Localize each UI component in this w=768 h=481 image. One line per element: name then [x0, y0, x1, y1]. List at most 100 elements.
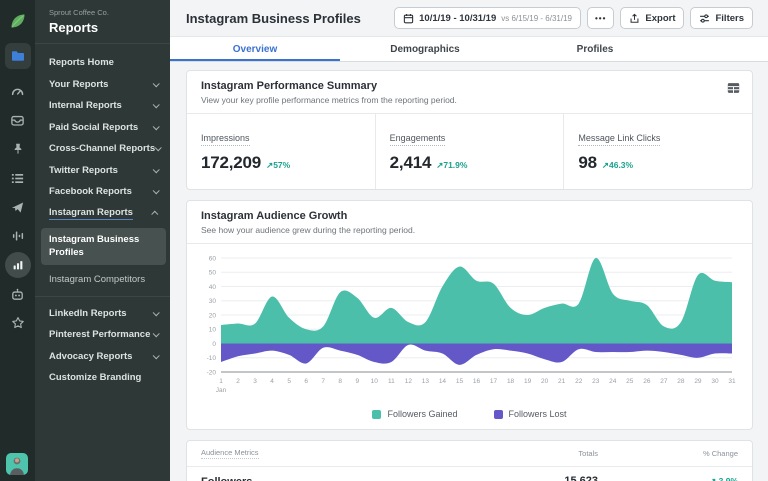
table-header-row: Audience Metrics Totals % Change: [187, 441, 752, 467]
sidebar-item-facebook-reports[interactable]: Facebook Reports: [35, 181, 170, 203]
page-title: Instagram Business Profiles: [186, 11, 361, 26]
svg-text:-20: -20: [207, 369, 217, 376]
metric-message-link-clicks: Message Link Clicks 98 ↗46.3%: [564, 114, 752, 189]
svg-text:10: 10: [371, 378, 379, 385]
metric-value: 98: [578, 153, 597, 173]
legend-followers-gained[interactable]: Followers Gained: [372, 409, 457, 419]
user-avatar[interactable]: [6, 453, 28, 475]
sidebar-item-linkedin-reports[interactable]: LinkedIn Reports: [35, 303, 170, 325]
audio-levels-icon[interactable]: [5, 223, 31, 249]
tab-demographics[interactable]: Demographics: [340, 37, 510, 61]
compare-range-value: vs 6/15/19 - 6/31/19: [501, 14, 572, 23]
chevron-down-icon: [153, 188, 160, 195]
growth-title: Instagram Audience Growth: [201, 210, 738, 222]
audience-growth-chart[interactable]: 6050403020100-10-20123456789101112131415…: [201, 252, 738, 396]
inbox-icon[interactable]: [5, 107, 31, 133]
metric-change: ↗46.3%: [602, 160, 633, 171]
col-audience-metrics[interactable]: Audience Metrics: [201, 448, 259, 459]
chevron-down-icon: [153, 331, 160, 338]
export-button[interactable]: Export: [620, 7, 684, 29]
chevron-down-icon: [155, 145, 162, 152]
svg-text:25: 25: [626, 378, 634, 385]
sidebar-item-internal-reports[interactable]: Internal Reports: [35, 95, 170, 117]
org-name: Sprout Coffee Co.: [49, 8, 158, 17]
svg-text:26: 26: [643, 378, 651, 385]
report-tabs: Overview Demographics Profiles: [170, 36, 768, 62]
export-icon: [629, 13, 640, 24]
pin-icon[interactable]: [5, 136, 31, 162]
more-options-button[interactable]: •••: [587, 7, 614, 29]
metric-label[interactable]: Engagements: [390, 133, 446, 146]
sidebar-item-pinterest-performance[interactable]: Pinterest Performance: [35, 324, 170, 346]
chevron-down-icon: [153, 309, 160, 316]
sidebar-item-instagram-business-profiles[interactable]: Instagram Business Profiles: [41, 228, 166, 265]
tab-profiles[interactable]: Profiles: [510, 37, 680, 61]
audience-metrics-card: Audience Metrics Totals % Change Followe…: [186, 440, 753, 481]
sidebar-title: Reports: [49, 20, 158, 35]
folder-icon[interactable]: [5, 43, 31, 69]
sidebar-item-instagram-competitors[interactable]: Instagram Competitors: [35, 269, 170, 291]
svg-text:21: 21: [558, 378, 566, 385]
filters-icon: [699, 13, 710, 24]
svg-text:50: 50: [209, 270, 217, 277]
lost-swatch-icon: [494, 410, 503, 419]
svg-text:Jan: Jan: [216, 387, 227, 394]
svg-text:0: 0: [212, 341, 216, 348]
svg-text:3: 3: [253, 378, 257, 385]
svg-text:23: 23: [592, 378, 600, 385]
ellipsis-icon: •••: [595, 14, 606, 23]
svg-text:19: 19: [524, 378, 532, 385]
metric-label[interactable]: Impressions: [201, 133, 250, 146]
report-body: Instagram Performance Summary View your …: [170, 62, 768, 481]
star-badge-icon[interactable]: [5, 310, 31, 336]
metric-value: 2,414: [390, 153, 432, 173]
metric-value: 172,209: [201, 153, 261, 173]
paper-plane-icon[interactable]: [5, 194, 31, 220]
svg-text:24: 24: [609, 378, 617, 385]
sidebar-item-cross-channel-reports[interactable]: Cross-Channel Reports: [35, 138, 170, 160]
sidebar-item-customize-branding[interactable]: Customize Branding: [35, 367, 170, 389]
chevron-up-icon: [151, 210, 158, 217]
svg-text:30: 30: [209, 298, 217, 305]
sidebar-item-paid-social-reports[interactable]: Paid Social Reports: [35, 117, 170, 139]
svg-text:14: 14: [439, 378, 447, 385]
legend-followers-lost[interactable]: Followers Lost: [494, 409, 567, 419]
chevron-down-icon: [153, 352, 160, 359]
svg-text:13: 13: [422, 378, 430, 385]
bar-chart-icon[interactable]: [5, 252, 31, 278]
metric-engagements: Engagements 2,414 ↗71.9%: [376, 114, 565, 189]
row-total: 15,623: [468, 475, 598, 481]
sidebar-divider: [35, 296, 170, 297]
sidebar-item-reports-home[interactable]: Reports Home: [35, 52, 170, 74]
date-range-value: 10/1/19 - 10/31/19: [419, 13, 496, 24]
filters-button[interactable]: Filters: [690, 7, 753, 29]
svg-text:28: 28: [677, 378, 685, 385]
row-metric-label[interactable]: Followers: [201, 476, 252, 481]
svg-text:4: 4: [270, 378, 274, 385]
reports-sidebar: Sprout Coffee Co. Reports Reports Home Y…: [35, 0, 170, 481]
svg-text:2: 2: [236, 378, 240, 385]
chevron-down-icon: [153, 102, 160, 109]
list-icon[interactable]: [5, 165, 31, 191]
sidebar-item-advocacy-reports[interactable]: Advocacy Reports: [35, 346, 170, 368]
svg-text:18: 18: [507, 378, 515, 385]
gauge-icon[interactable]: [5, 78, 31, 104]
row-change: ↗ 3.9%: [598, 476, 738, 481]
report-header: Instagram Business Profiles 10/1/19 - 10…: [170, 0, 768, 36]
app-window: Sprout Coffee Co. Reports Reports Home Y…: [0, 0, 768, 481]
sprout-logo-icon[interactable]: [5, 8, 31, 34]
main-content: Instagram Business Profiles 10/1/19 - 10…: [170, 0, 768, 481]
tab-overview[interactable]: Overview: [170, 37, 340, 61]
date-range-picker[interactable]: 10/1/19 - 10/31/19 vs 6/15/19 - 6/31/19: [394, 7, 581, 29]
sidebar-item-your-reports[interactable]: Your Reports: [35, 74, 170, 96]
metric-change: ↗71.9%: [436, 160, 467, 171]
svg-text:22: 22: [575, 378, 583, 385]
metric-label[interactable]: Message Link Clicks: [578, 133, 660, 146]
bot-icon[interactable]: [5, 281, 31, 307]
calendar-icon: [403, 13, 414, 24]
svg-text:40: 40: [209, 284, 217, 291]
table-view-icon[interactable]: [727, 81, 740, 99]
sidebar-item-twitter-reports[interactable]: Twitter Reports: [35, 160, 170, 182]
sidebar-item-instagram-reports[interactable]: Instagram Reports: [35, 203, 170, 225]
svg-text:1: 1: [219, 378, 223, 385]
